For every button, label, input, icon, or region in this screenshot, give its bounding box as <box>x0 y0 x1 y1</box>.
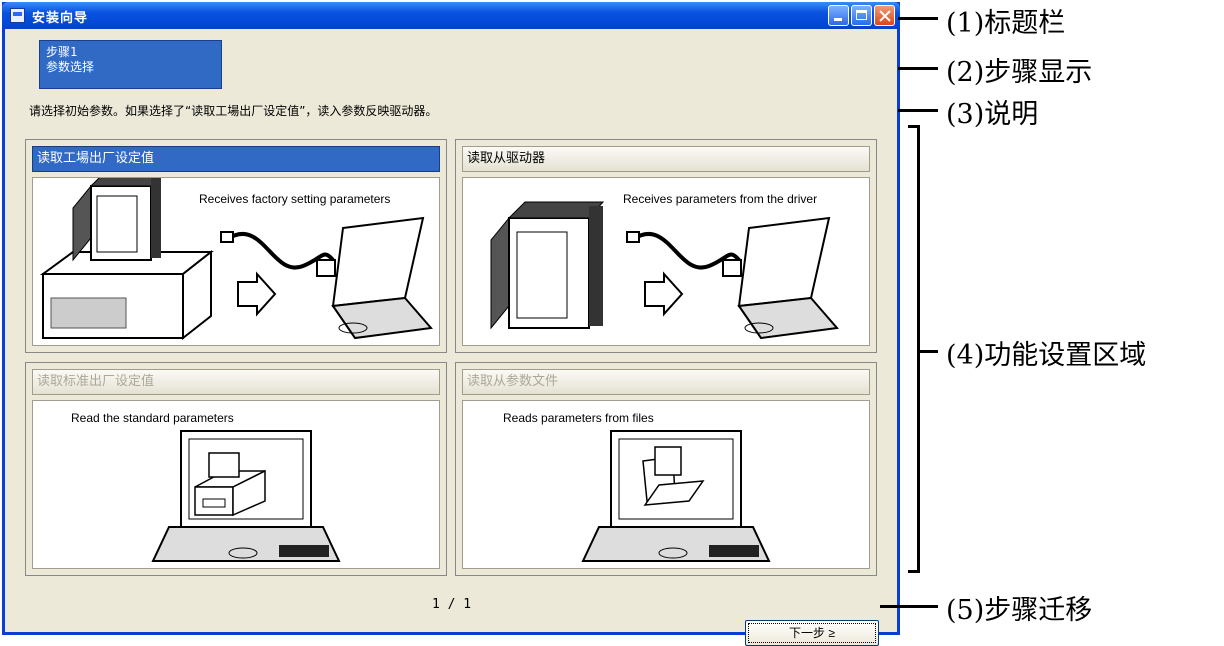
step-indicator: 步骤1 参数选择 <box>39 40 222 89</box>
maximize-button[interactable] <box>851 5 872 26</box>
title-bar[interactable]: 安装向导 <box>2 2 900 29</box>
option-factory-settings-label[interactable]: 读取工場出厂设定值 <box>32 146 440 172</box>
wizard-window: 安装向导 步骤1 参数选择 请选择初始参数。如果选择了“读取工場出厂设定值”，读… <box>2 2 900 646</box>
page-indicator: 1 / 1 <box>432 597 472 612</box>
step-name: 参数选择 <box>46 60 95 74</box>
minimize-button[interactable] <box>828 5 849 26</box>
app-icon <box>10 8 25 23</box>
step-number: 步骤1 <box>46 45 78 59</box>
window-title: 安装向导 <box>32 11 89 26</box>
callout-leader-4 <box>918 350 938 353</box>
from-driver-illustration[interactable]: Receives parameters from the driver <box>462 177 870 346</box>
option-from-driver-label[interactable]: 读取从驱动器 <box>462 146 870 172</box>
standard-settings-caption: Read the standard parameters <box>71 411 234 425</box>
laptop-with-box-picture <box>151 430 341 562</box>
option-from-file-label[interactable]: 读取从参数文件 <box>462 369 870 395</box>
from-file-caption: Reads parameters from files <box>503 411 654 425</box>
option-from-file[interactable]: 读取从参数文件 Reads parameters from files <box>455 362 877 576</box>
factory-settings-illustration[interactable]: Receives factory setting parameters <box>32 177 440 346</box>
callout-leader-2 <box>898 67 938 70</box>
option-factory-settings[interactable]: 读取工場出厂设定值 Receives factory setting param… <box>25 139 447 353</box>
from-driver-caption: Receives parameters from the driver <box>623 192 818 206</box>
function-area-bracket <box>908 125 920 573</box>
option-standard-settings[interactable]: 读取标准出厂设定值 Read the standard parameters <box>25 362 447 576</box>
callout-leader-1 <box>898 17 938 20</box>
callout-leader-3 <box>898 109 938 112</box>
option-standard-settings-label[interactable]: 读取标准出厂设定值 <box>32 369 440 395</box>
factory-settings-caption: Receives factory setting parameters <box>199 192 391 206</box>
next-step-button[interactable]: 下一步 ≥ <box>745 620 879 646</box>
dialog-client-area: 步骤1 参数选择 请选择初始参数。如果选择了“读取工場出厂设定值”，读入参数反映… <box>5 29 897 646</box>
option-from-driver[interactable]: 读取从驱动器 Receives parameters from the driv… <box>455 139 877 353</box>
callout-step-display: (2)步骤显示 <box>946 57 1093 88</box>
from-file-illustration[interactable]: Reads parameters from files <box>462 400 870 569</box>
close-button[interactable] <box>874 5 895 26</box>
standard-settings-illustration[interactable]: Read the standard parameters <box>32 400 440 569</box>
callout-function-area: (4)功能设置区域 <box>946 340 1147 371</box>
callout-leader-5 <box>880 605 938 608</box>
laptop-with-folder-picture <box>581 430 771 562</box>
callout-step-transition: (5)步骤迁移 <box>946 595 1093 626</box>
callout-description: (3)说明 <box>946 99 1039 130</box>
callout-title-bar: (1)标题栏 <box>946 8 1066 39</box>
instruction-text: 请选择初始参数。如果选择了“读取工場出厂设定值”，读入参数反映驱动器。 <box>29 104 438 118</box>
